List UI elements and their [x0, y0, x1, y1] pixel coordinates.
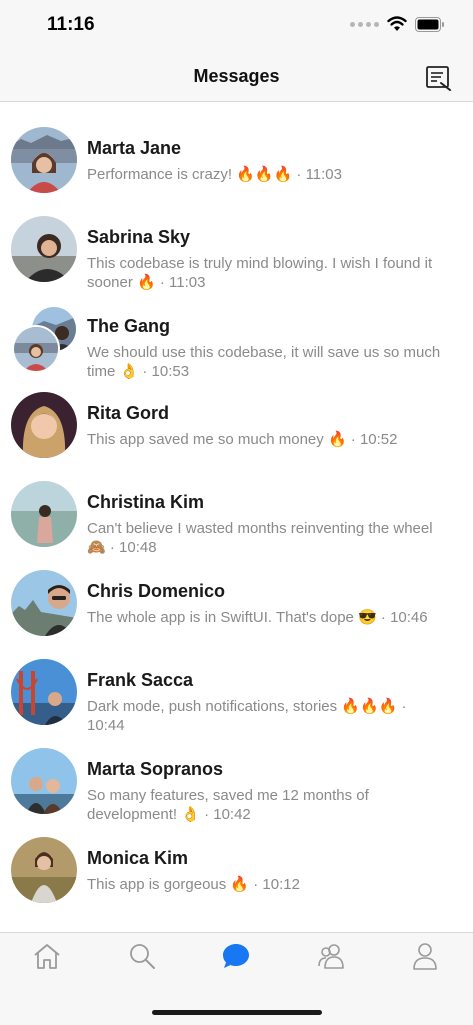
conversation-row[interactable]: Christina Kim Can't believe I wasted mon… [0, 480, 473, 556]
conversation-name: Marta Sopranos [87, 759, 224, 779]
conversation-preview: Can't believe I wasted months reinventin… [87, 520, 433, 556]
avatar [11, 748, 77, 814]
conversation-name: Chris Domenico [87, 581, 226, 601]
battery-icon [415, 16, 444, 32]
conversation-preview: This app saved me so much money 🔥 · 10:5… [87, 431, 398, 448]
conversation-row[interactable]: Marta Sopranos So many features, saved m… [0, 747, 473, 823]
tab-friends[interactable] [316, 941, 346, 971]
wifi-icon [387, 16, 407, 31]
status-icons [350, 16, 445, 32]
conversation-row[interactable]: Marta Jane Performance is crazy! 🔥🔥🔥 · 1… [0, 124, 473, 196]
profile-icon [413, 943, 437, 970]
conversation-row[interactable]: Sabrina Sky This codebase is truly mind … [0, 213, 473, 291]
conversation-preview: Performance is crazy! 🔥🔥🔥 · 11:03 [87, 166, 342, 183]
conversation-name: Christina Kim [87, 492, 205, 512]
conversation-row[interactable]: Frank Sacca Dark mode, push notification… [0, 658, 473, 734]
conversation-name: Marta Jane [87, 138, 182, 158]
avatar [11, 127, 77, 193]
nav-bar: Messages [0, 52, 473, 102]
conversation-preview: This codebase is truly mind blowing. I w… [87, 255, 433, 291]
conversation-row[interactable]: Chris Domenico The whole app is in Swift… [0, 569, 473, 641]
avatar [11, 216, 77, 282]
conversation-preview: The whole app is in SwiftUI. That's dope… [87, 609, 428, 626]
page-title: Messages [193, 66, 280, 86]
conversation-preview: So many features, saved me 12 months of … [87, 787, 369, 823]
home-indicator [152, 1010, 322, 1015]
conversation-preview: This app is gorgeous 🔥 · 10:12 [87, 876, 300, 893]
conversation-name: Frank Sacca [87, 670, 194, 690]
conversation-name: The Gang [87, 316, 171, 336]
compose-icon [426, 66, 452, 91]
conversation-name: Sabrina Sky [87, 227, 191, 247]
tab-profile[interactable] [410, 941, 440, 971]
signal-icon [350, 21, 379, 27]
tab-home[interactable] [32, 941, 62, 971]
conversation-row[interactable]: Monica Kim This app is gorgeous 🔥 · 10:1… [0, 836, 473, 908]
compose-button[interactable] [425, 64, 453, 92]
search-icon [130, 944, 155, 969]
chat-icon [223, 944, 249, 968]
tab-search[interactable] [127, 941, 157, 971]
avatar [11, 570, 77, 636]
avatar [11, 659, 77, 725]
home-icon [34, 944, 60, 969]
conversation-name: Rita Gord [87, 403, 170, 423]
conversation-name: Monica Kim [87, 848, 189, 868]
conversation-row[interactable]: Rita Gord This app saved me so much mone… [0, 391, 473, 463]
status-time: 11:16 [47, 14, 95, 35]
group-avatar [12, 325, 60, 373]
avatar [11, 837, 77, 903]
status-bar: 11:16 [0, 0, 473, 52]
conversation-preview: We should use this codebase, it will sav… [87, 344, 441, 380]
friends-icon [318, 944, 344, 969]
conversation-preview: Dark mode, push notifications, stories 🔥… [87, 698, 407, 734]
conversation-row[interactable]: The Gang We should use this codebase, it… [0, 302, 473, 380]
tab-chats[interactable] [221, 941, 251, 971]
avatar [11, 392, 77, 458]
avatar [11, 481, 77, 547]
